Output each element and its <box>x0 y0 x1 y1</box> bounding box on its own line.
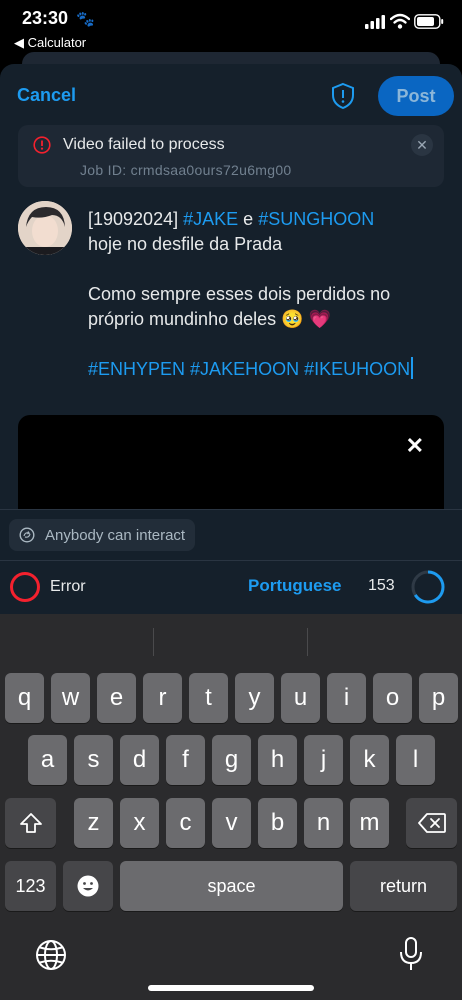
backspace-icon <box>417 813 446 833</box>
hashtag-jakehoon: #JAKEHOON <box>190 359 300 379</box>
tweet-hashtags: #ENHYPEN #JAKEHOON #IKEUHOON <box>88 357 448 382</box>
error-alert-icon <box>33 136 51 154</box>
tweet-text-editor[interactable]: [19092024] #JAKE e #SUNGHOON hoje no des… <box>88 207 448 382</box>
tweet-line-3b: próprio mundinho deles 🥹 💗 <box>88 307 448 332</box>
key-i[interactable]: i <box>327 673 366 723</box>
tweet-line-3a: Como sempre esses dois perdidos no <box>88 284 391 304</box>
key-x[interactable]: x <box>120 798 159 848</box>
dismiss-error-button[interactable]: ✕ <box>411 134 433 156</box>
key-b[interactable]: b <box>258 798 297 848</box>
key-c[interactable]: c <box>166 798 205 848</box>
error-status-label: Error <box>50 578 86 595</box>
key-m[interactable]: m <box>350 798 389 848</box>
microphone-icon[interactable] <box>398 936 424 972</box>
tweet-connector: e <box>243 209 254 229</box>
language-selector[interactable]: Portuguese <box>248 576 342 596</box>
reply-settings-button[interactable]: Anybody can interact <box>9 519 196 551</box>
avatar[interactable] <box>18 201 72 255</box>
character-count: 153 <box>368 577 395 594</box>
battery-icon <box>414 14 444 29</box>
key-o[interactable]: o <box>373 673 412 723</box>
key-e[interactable]: e <box>97 673 136 723</box>
shift-icon <box>19 813 42 833</box>
emoji-key[interactable] <box>63 861 113 911</box>
key-v[interactable]: v <box>212 798 251 848</box>
back-to-app-link[interactable]: ◀ Calculator <box>14 35 86 51</box>
wifi-icon <box>390 13 410 29</box>
text-cursor <box>411 357 414 379</box>
close-icon: ✕ <box>416 136 428 153</box>
emoji-icon <box>77 875 99 897</box>
cellular-signal-icon <box>365 15 385 29</box>
hashtag-enhypen: #ENHYPEN <box>88 359 186 379</box>
return-key[interactable]: return <box>350 861 457 911</box>
cancel-button[interactable]: Cancel <box>17 85 76 106</box>
key-n[interactable]: n <box>304 798 343 848</box>
key-w[interactable]: w <box>51 673 90 723</box>
key-p[interactable]: p <box>419 673 458 723</box>
key-k[interactable]: k <box>350 735 389 785</box>
hashtag-ikeuhoon: #IKEUHOON <box>304 359 411 379</box>
key-z[interactable]: z <box>74 798 113 848</box>
tweet-emoji: 🥹 💗 <box>281 309 331 329</box>
keyboard: q w e r t y u i o p a s d f g h j k l z … <box>0 614 462 1000</box>
key-h[interactable]: h <box>258 735 297 785</box>
video-error-banner: Video failed to process Job ID: crmdsaa0… <box>18 125 444 187</box>
tweet-line-1: [19092024] #JAKE e #SUNGHOON <box>88 207 448 232</box>
tweet-date: [19092024] <box>88 209 179 229</box>
hashtag-jake: #JAKE <box>183 209 239 229</box>
delete-key[interactable] <box>406 798 457 848</box>
shield-alert-icon[interactable] <box>330 82 356 110</box>
remove-video-button[interactable]: ✕ <box>406 433 424 459</box>
key-g[interactable]: g <box>212 735 251 785</box>
post-button[interactable]: Post <box>378 76 454 116</box>
shift-key[interactable] <box>5 798 56 848</box>
avatar-image <box>18 201 72 255</box>
tweet-line-3b-text: próprio mundinho deles <box>88 309 277 329</box>
key-d[interactable]: d <box>120 735 159 785</box>
key-r[interactable]: r <box>143 673 182 723</box>
key-u[interactable]: u <box>281 673 320 723</box>
key-s[interactable]: s <box>74 735 113 785</box>
reply-settings-label: Anybody can interact <box>45 526 186 544</box>
key-l[interactable]: l <box>396 735 435 785</box>
numbers-key[interactable]: 123 <box>5 861 56 911</box>
space-key[interactable]: space <box>120 861 343 911</box>
paw-icon: 🐾 <box>76 11 95 28</box>
globe-refresh-icon <box>19 527 35 543</box>
key-y[interactable]: y <box>235 673 274 723</box>
key-q[interactable]: q <box>5 673 44 723</box>
suggestion-divider <box>307 628 308 656</box>
status-time: 23:30 <box>22 8 69 28</box>
key-f[interactable]: f <box>166 735 205 785</box>
reply-settings-bar: Anybody can interact <box>0 509 462 560</box>
status-bar: 23:30 🐾 ◀ Calculator <box>0 0 462 56</box>
key-a[interactable]: a <box>28 735 67 785</box>
tweet-line-2: hoje no desfile da Prada <box>88 234 283 254</box>
hashtag-sunghoon: #SUNGHOON <box>258 209 375 229</box>
error-job-id: Job ID: crmdsaa0ours72u6mg00 <box>80 162 292 178</box>
error-status-ring <box>10 572 40 602</box>
compose-sheet: Cancel Post Video failed to process Job … <box>0 64 462 624</box>
globe-icon[interactable] <box>34 938 68 972</box>
key-t[interactable]: t <box>189 673 228 723</box>
error-title: Video failed to process <box>63 136 225 153</box>
suggestion-divider <box>153 628 154 656</box>
home-indicator[interactable] <box>148 985 314 991</box>
back-app-label: Calculator <box>27 35 87 50</box>
key-j[interactable]: j <box>304 735 343 785</box>
character-progress-ring <box>411 570 445 604</box>
